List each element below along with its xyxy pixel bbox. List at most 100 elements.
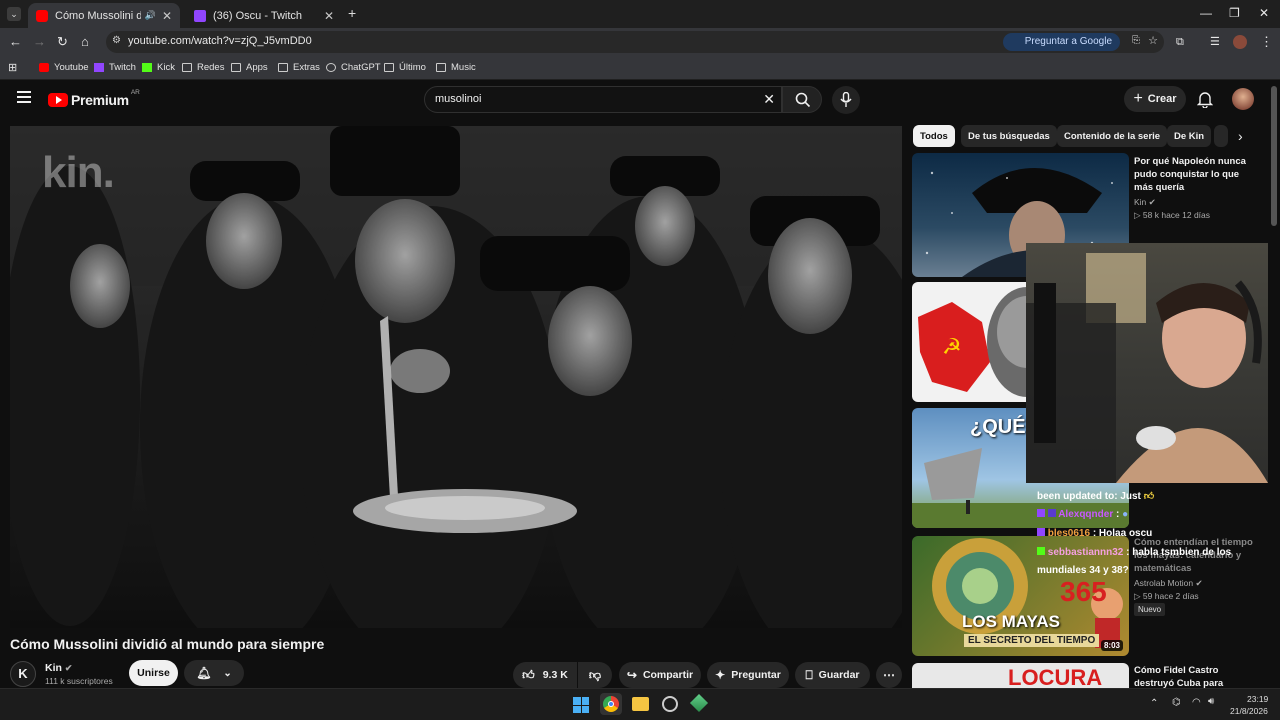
network-icon[interactable]: ⌬ [1172, 697, 1181, 708]
verified-icon: ✔ [1148, 197, 1156, 207]
minimize-icon[interactable]: — [1200, 6, 1212, 20]
tray-chevron-icon[interactable]: ⌃ [1150, 698, 1158, 709]
new-badge: Nuevo [1134, 603, 1166, 616]
chat-line: sebbastiannn32 : habla tsmbien de los mu… [1037, 544, 1262, 580]
bookmark-youtube[interactable]: Youtube [39, 62, 89, 73]
bookmark-redes[interactable]: Redes [182, 62, 224, 73]
bookmark-music[interactable]: Music [436, 62, 476, 73]
windows-start-icon[interactable] [573, 697, 589, 713]
app-green-icon[interactable] [689, 693, 709, 713]
chip-all[interactable]: Todos [913, 125, 955, 147]
folder-icon [384, 63, 394, 72]
sparkle-icon: ✦ [715, 668, 726, 682]
share-label: Compartir [642, 669, 694, 681]
more-dots-icon: ⋯ [883, 668, 895, 682]
channel-avatar[interactable]: K [10, 661, 36, 687]
restore-icon[interactable]: ❐ [1229, 6, 1240, 20]
search-input[interactable]: musolinoi [435, 93, 481, 105]
chrome-taskbar-icon[interactable] [600, 693, 622, 715]
join-button[interactable]: Unirse [129, 660, 178, 686]
page-scrollbar[interactable] [1271, 86, 1277, 226]
thumb-number: 365 [1060, 576, 1107, 607]
bookmark-label: Youtube [54, 62, 89, 73]
bookmark-label: Music [451, 62, 476, 73]
audio-icon[interactable]: 🔊 [145, 10, 156, 21]
bookmark-star-icon[interactable]: ☆ [1148, 34, 1158, 47]
url-text: youtube.com/watch?v=zjQ_J5vmDD0 [128, 35, 312, 47]
thumbs-up-icon: 👍︎ [522, 667, 535, 682]
close-window-icon[interactable]: ✕ [1259, 6, 1269, 20]
save-label: Guardar [818, 669, 860, 681]
subscribe-notification-button[interactable]: 🔔︎ ⌄ [184, 660, 244, 686]
wifi-icon[interactable]: ◠ [1192, 697, 1201, 708]
microphone-icon [840, 92, 852, 107]
chevron-right-icon[interactable]: › [1238, 128, 1243, 144]
account-avatar[interactable] [1232, 88, 1254, 110]
video-frame [10, 126, 902, 628]
notifications-bell-icon[interactable] [1196, 90, 1214, 113]
chip-from-kin[interactable]: De Kin [1167, 125, 1212, 147]
channel-name[interactable]: Kin ✔ [45, 662, 72, 674]
bookmark-label: Twitch [109, 62, 136, 73]
forward-icon[interactable]: → [33, 35, 46, 49]
bookmark-extras[interactable]: Extras [278, 62, 320, 73]
tab-youtube[interactable]: Cómo Mussolini dividió al m 🔊 ✕ [28, 3, 180, 28]
rec-channel-text: Kin [1134, 197, 1147, 207]
home-icon[interactable]: ⌂ [81, 35, 89, 49]
taskbar-date[interactable]: 21/8/2026 [1230, 706, 1268, 716]
clear-search-icon[interactable]: ✕ [763, 91, 775, 108]
ask-label: Preguntar [731, 669, 781, 681]
chat-text: been updated to: Just [1037, 491, 1141, 502]
thumbs-down-icon: 👎︎ [588, 667, 602, 682]
youtube-icon [39, 63, 49, 72]
back-icon[interactable]: ← [9, 35, 22, 49]
reload-icon[interactable]: ↻ [57, 35, 68, 49]
bookmark-kick[interactable]: Kick [142, 62, 175, 73]
chip-series[interactable]: Contenido de la serie [1057, 125, 1168, 147]
rec-title[interactable]: Por qué Napoleón nunca pudo conquistar l… [1134, 155, 1254, 194]
file-explorer-icon[interactable] [632, 697, 649, 711]
duration-badge: 8:03 [1100, 640, 1123, 651]
bookmark-ultimo[interactable]: Último [384, 62, 426, 73]
like-button[interactable]: 👍︎ 9.3 K [513, 662, 577, 688]
hamburger-menu-icon[interactable] [17, 91, 31, 103]
apps-grid-icon[interactable]: ⊞ [8, 61, 17, 74]
save-button[interactable]: ⎕ Guardar [795, 662, 870, 688]
tab-search-icon[interactable]: ⌄ [7, 7, 21, 21]
reading-list-icon[interactable]: ☰ [1210, 35, 1220, 49]
address-bar[interactable]: ⚙ youtube.com/watch?v=zjQ_J5vmDD0 Pregun… [106, 31, 1164, 53]
voice-search-button[interactable] [832, 86, 860, 114]
app-icon[interactable] [662, 696, 678, 712]
chip-more[interactable] [1214, 125, 1228, 147]
more-actions-button[interactable]: ⋯ [876, 662, 902, 688]
taskbar-time[interactable]: 23:19 [1247, 694, 1268, 704]
chip-from-searches[interactable]: De tus búsquedas [961, 125, 1057, 147]
create-button[interactable]: + Crear [1124, 86, 1186, 112]
install-icon[interactable]: ⎘ [1132, 35, 1140, 46]
ask-google-button[interactable]: Preguntar a Google [1002, 33, 1120, 51]
tab-twitch[interactable]: (36) Oscu - Twitch ✕ [186, 3, 342, 28]
rec-channel: Kin ✔ [1134, 197, 1156, 208]
extensions-icon[interactable]: ⧉ [1176, 35, 1184, 49]
bookmark-chatgpt[interactable]: ChatGPT [326, 62, 381, 73]
bookmark-apps[interactable]: Apps [231, 62, 268, 73]
close-icon[interactable]: ✕ [162, 9, 172, 23]
video-title: Cómo Mussolini dividió al mundo para sie… [10, 636, 325, 652]
youtube-logo[interactable]: Premium AR [48, 89, 140, 108]
close-icon[interactable]: ✕ [324, 9, 334, 23]
rec-thumbnail[interactable]: LOCURA [912, 663, 1129, 689]
bookmark-twitch[interactable]: Twitch [94, 62, 136, 73]
bookmark-label: Kick [157, 62, 175, 73]
new-tab-button[interactable]: + [348, 5, 356, 21]
ask-button[interactable]: ✦ Preguntar [707, 662, 789, 688]
badge-icon [1047, 509, 1056, 517]
share-button[interactable]: ↪ Compartir [619, 662, 701, 688]
menu-dots-icon[interactable]: ⋮ [1260, 35, 1273, 49]
dislike-button[interactable]: 👎︎ [578, 662, 612, 688]
search-button[interactable] [782, 86, 822, 113]
search-box[interactable]: musolinoi ✕ [424, 86, 782, 113]
site-info-icon[interactable]: ⚙ [112, 35, 121, 46]
video-player[interactable]: kin. [10, 126, 902, 628]
volume-icon[interactable]: 🔊︎ [1208, 696, 1214, 707]
profile-avatar[interactable] [1233, 35, 1247, 49]
